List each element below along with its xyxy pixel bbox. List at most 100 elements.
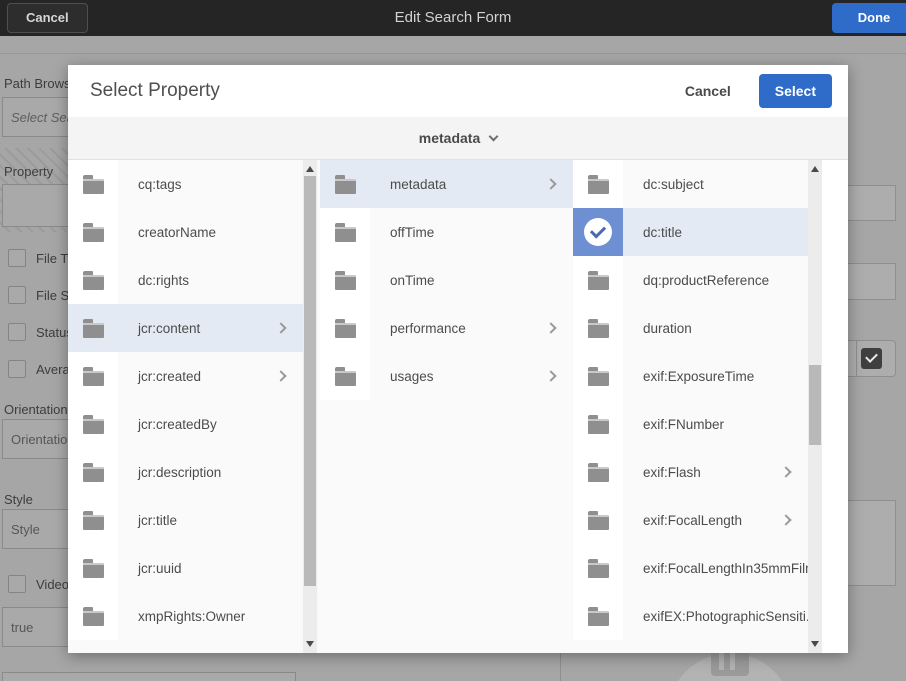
item-label: jcr:description [118, 448, 303, 496]
folder-icon [573, 256, 623, 304]
folder-icon [68, 400, 118, 448]
list-item[interactable]: metadata [320, 160, 573, 208]
column-1-scrollbar[interactable] [303, 160, 317, 653]
item-label: exif:FocalLengthIn35mmFilm [623, 544, 808, 592]
item-label: creatorName [118, 208, 303, 256]
dialog-title: Edit Search Form [0, 0, 906, 36]
modal-title: Select Property [90, 80, 685, 102]
item-label: performance [370, 304, 547, 352]
folder-icon [573, 448, 623, 496]
item-label: jcr:content [118, 304, 277, 352]
item-label: jcr:title [118, 496, 303, 544]
folder-icon [68, 448, 118, 496]
item-label: exif:ExposureTime [623, 352, 808, 400]
list-item[interactable]: offTime [320, 208, 573, 256]
list-item[interactable]: duration [573, 304, 808, 352]
list-item[interactable]: exifEX:PhotographicSensiti... [573, 592, 808, 640]
list-item[interactable]: dc:rights [68, 256, 303, 304]
item-label: jcr:createdBy [118, 400, 303, 448]
folder-icon [573, 352, 623, 400]
item-label: exif:FNumber [623, 400, 808, 448]
list-item[interactable]: exif:FNumber [573, 400, 808, 448]
list-item[interactable]: exif:FocalLengthIn35mmFilm [573, 544, 808, 592]
video-checkbox[interactable] [8, 575, 26, 593]
dialog-header-bar: Cancel Edit Search Form Done [0, 0, 906, 36]
column-2: metadataoffTimeonTimeperformanceusages [320, 160, 573, 653]
list-item[interactable]: jcr:content [68, 304, 303, 352]
folder-icon [68, 160, 118, 208]
folder-icon [573, 496, 623, 544]
chevron-right-icon [547, 160, 573, 208]
list-item[interactable]: performance [320, 304, 573, 352]
chevron-right-icon [782, 448, 808, 496]
chevron-right-icon [277, 304, 303, 352]
video-label: Video [36, 577, 69, 592]
modal-cancel-button[interactable]: Cancel [685, 83, 731, 99]
list-item[interactable]: usages [320, 352, 573, 400]
folder-icon [68, 544, 118, 592]
list-item[interactable]: jcr:uuid [68, 544, 303, 592]
orientation-label: Orientation [4, 402, 68, 417]
item-label: offTime [370, 208, 573, 256]
breadcrumb-label: metadata [419, 130, 480, 146]
folder-icon [320, 208, 370, 256]
style-label: Style [4, 492, 33, 507]
average-checkbox[interactable] [8, 360, 26, 378]
scrollbar-thumb[interactable] [304, 176, 316, 586]
chevron-right-icon [277, 352, 303, 400]
chevron-right-icon [547, 304, 573, 352]
done-button[interactable]: Done [832, 3, 906, 33]
item-label: jcr:uuid [118, 544, 303, 592]
item-label: duration [623, 304, 808, 352]
breadcrumb[interactable]: metadata [68, 117, 848, 160]
scroll-up-icon[interactable] [811, 166, 819, 172]
property-label: Property [4, 164, 53, 179]
trash-drop-target[interactable] [668, 653, 792, 681]
list-item[interactable]: onTime [320, 256, 573, 304]
list-item[interactable]: cq:tags [68, 160, 303, 208]
file-type-checkbox[interactable] [8, 249, 26, 267]
trash-icon [711, 650, 749, 676]
list-item[interactable]: xmpRights:Owner [68, 592, 303, 640]
list-item[interactable]: dq:productReference [573, 256, 808, 304]
folder-icon [320, 304, 370, 352]
folder-icon [573, 544, 623, 592]
folder-icon [320, 160, 370, 208]
folder-icon [68, 256, 118, 304]
scroll-down-icon[interactable] [811, 641, 819, 647]
item-label: exif:Flash [623, 448, 782, 496]
right-checked-checkbox[interactable] [861, 348, 882, 369]
item-label: dc:rights [118, 256, 303, 304]
list-item[interactable]: jcr:createdBy [68, 400, 303, 448]
column-1: cq:tagscreatorNamedc:rightsjcr:contentjc… [68, 160, 320, 653]
list-item[interactable]: exif:ExposureTime [573, 352, 808, 400]
item-label: usages [370, 352, 547, 400]
item-label: jcr:created [118, 352, 277, 400]
item-label: exifEX:PhotographicSensiti... [623, 592, 808, 640]
item-label: xmpRights:Owner [118, 592, 303, 640]
control-divider [856, 341, 857, 376]
scroll-up-icon[interactable] [306, 166, 314, 172]
scroll-down-icon[interactable] [306, 641, 314, 647]
list-item[interactable]: dc:title [573, 208, 808, 256]
list-item[interactable]: jcr:created [68, 352, 303, 400]
item-label: cq:tags [118, 160, 303, 208]
list-item[interactable]: exif:FocalLength [573, 496, 808, 544]
file-size-checkbox[interactable] [8, 286, 26, 304]
scrollbar-thumb[interactable] [809, 365, 821, 445]
list-item[interactable]: jcr:title [68, 496, 303, 544]
item-label: metadata [370, 160, 547, 208]
status-checkbox[interactable] [8, 323, 26, 341]
column-browser: cq:tagscreatorNamedc:rightsjcr:contentjc… [68, 160, 848, 653]
item-label: exif:FocalLength [623, 496, 782, 544]
list-item[interactable]: exif:Flash [573, 448, 808, 496]
folder-icon [573, 160, 623, 208]
modal-select-button[interactable]: Select [759, 74, 832, 108]
column-3-scrollbar[interactable] [808, 160, 822, 653]
list-item[interactable]: jcr:description [68, 448, 303, 496]
list-item[interactable]: dc:subject [573, 160, 808, 208]
list-item[interactable]: creatorName [68, 208, 303, 256]
column-3: dc:subjectdc:titledq:productReferencedur… [573, 160, 848, 653]
item-label: dc:subject [623, 160, 808, 208]
bottom-left-input[interactable] [2, 672, 296, 681]
